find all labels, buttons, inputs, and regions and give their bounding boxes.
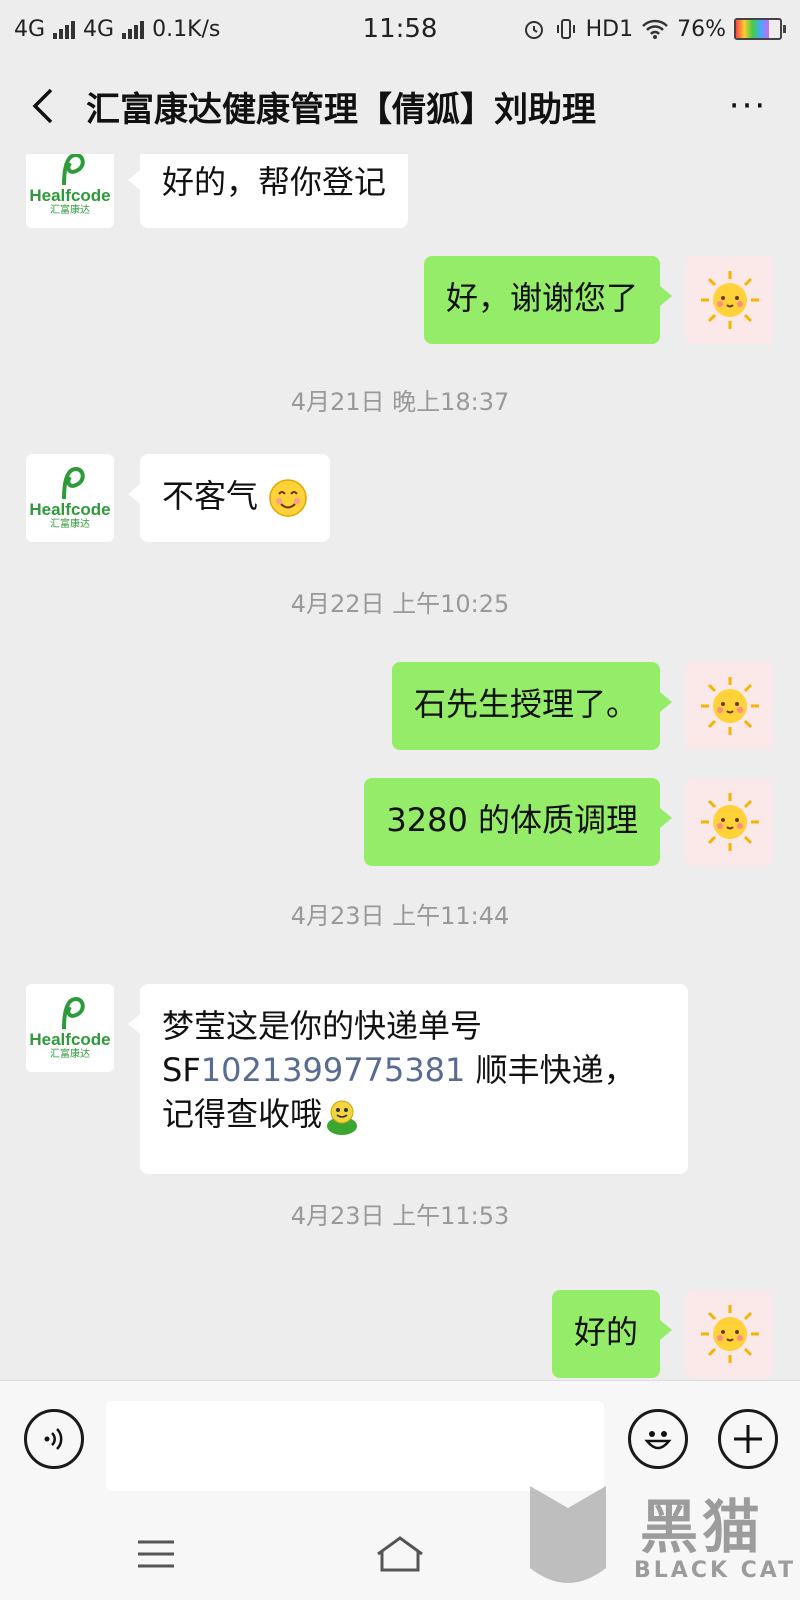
- contact-avatar[interactable]: Healfcode 汇富康达: [26, 454, 114, 542]
- network-label-2: 4G: [83, 16, 115, 42]
- timestamp: 4月21日 晚上18:37: [290, 388, 510, 416]
- message-text: 好的: [573, 1313, 638, 1351]
- healfcode-logo-icon: [62, 996, 85, 1030]
- more-options-icon[interactable]: ···: [718, 76, 778, 136]
- timestamp: 4月23日 上午11:53: [290, 1202, 510, 1230]
- network-speed: 0.1K/s: [152, 16, 221, 42]
- back-arrow-icon[interactable]: [22, 76, 62, 136]
- frog-emoji-icon: [327, 1100, 358, 1135]
- brand-word: Healfcode: [29, 1030, 111, 1049]
- message-line: 梦莹这是你的快递单号: [162, 1007, 483, 1045]
- menu-icon[interactable]: [136, 1534, 176, 1574]
- message-bubble-self[interactable]: 3280 的体质调理: [364, 778, 672, 866]
- network-label-1: 4G: [14, 16, 46, 42]
- hd-label: HD1: [585, 16, 634, 42]
- message-text: 3280 的体质调理: [386, 801, 638, 839]
- tracking-number-link[interactable]: 1021399775381: [201, 1051, 466, 1089]
- message-line: 记得查收哦: [162, 1092, 666, 1136]
- sun-face-icon: [701, 677, 759, 735]
- user-avatar[interactable]: [686, 778, 774, 866]
- user-avatar[interactable]: [686, 256, 774, 344]
- brand-sub: 汇富康达: [50, 205, 90, 216]
- brand-sub: 汇富康达: [50, 519, 90, 530]
- alarm-icon: [524, 21, 543, 39]
- smile-emoji-icon: [269, 479, 307, 517]
- message-text: 不客气: [162, 477, 259, 515]
- sun-face-icon: [701, 271, 759, 329]
- brand-word: Healfcode: [29, 500, 111, 519]
- healfcode-logo-icon: [62, 466, 85, 500]
- wifi-icon: [642, 19, 668, 39]
- battery-icon: [734, 18, 786, 40]
- home-icon[interactable]: [374, 1534, 426, 1574]
- battery-percent: 76%: [677, 16, 726, 42]
- plus-more-icon[interactable]: [718, 1409, 778, 1469]
- brand-word: Healfcode: [29, 186, 111, 205]
- user-avatar[interactable]: [686, 662, 774, 750]
- message-line: SF1021399775381 顺丰快递，: [162, 1048, 666, 1092]
- message-bubble-self[interactable]: 好，谢谢您了: [423, 256, 673, 344]
- contact-avatar[interactable]: Healfcode 汇富康达: [26, 154, 114, 228]
- signal-icon: [53, 19, 76, 39]
- sun-face-icon: [701, 793, 759, 851]
- watermark-sub: BLACK CAT: [634, 1558, 797, 1583]
- vibrate-icon: [556, 19, 575, 39]
- emoji-picker-icon[interactable]: [628, 1409, 688, 1469]
- timestamp: 4月23日 上午11:44: [290, 902, 510, 930]
- message-bubble-self[interactable]: 石先生授理了。: [391, 662, 673, 750]
- voice-input-icon[interactable]: [24, 1409, 84, 1469]
- status-bar: 4G 4G 0.1K/s 11:58 HD1 76%: [0, 0, 800, 58]
- brand-sub: 汇富康达: [50, 1049, 90, 1060]
- message-list[interactable]: Healfcode 汇富康达 好的，帮你登记 好，谢谢您了 4月21日 晚上18…: [0, 154, 800, 1380]
- user-avatar[interactable]: [686, 1290, 774, 1378]
- status-left: 4G 4G 0.1K/s: [14, 17, 220, 42]
- courier-text: 顺丰快递，: [465, 1051, 636, 1089]
- message-text: 好的，帮你登记: [162, 163, 387, 201]
- signal-icon-2: [122, 19, 145, 39]
- message-bubble[interactable]: 好的，帮你登记: [127, 154, 409, 228]
- sun-face-icon: [701, 1305, 759, 1363]
- healfcode-logo-icon: [62, 154, 85, 186]
- message-bubble-self[interactable]: 好的: [551, 1290, 673, 1378]
- chat-header: 汇富康达健康管理【倩狐】刘助理 ···: [0, 58, 800, 154]
- contact-avatar[interactable]: Healfcode 汇富康达: [26, 984, 114, 1072]
- message-text: 记得查收哦: [162, 1095, 323, 1133]
- timestamp: 4月22日 上午10:25: [290, 590, 510, 618]
- message-bubble[interactable]: 梦莹这是你的快递单号 SF1021399775381 顺丰快递， 记得查收哦: [128, 984, 688, 1174]
- message-text: 好，谢谢您了: [445, 279, 638, 317]
- message-text: 石先生授理了。: [413, 685, 638, 723]
- chat-title: 汇富康达健康管理【倩狐】刘助理: [86, 89, 596, 130]
- watermark-text: 黑猫: [640, 1493, 765, 1561]
- status-right: HD1 76%: [522, 17, 786, 42]
- message-bubble[interactable]: 不客气: [127, 454, 331, 542]
- tracking-prefix: SF: [162, 1051, 201, 1089]
